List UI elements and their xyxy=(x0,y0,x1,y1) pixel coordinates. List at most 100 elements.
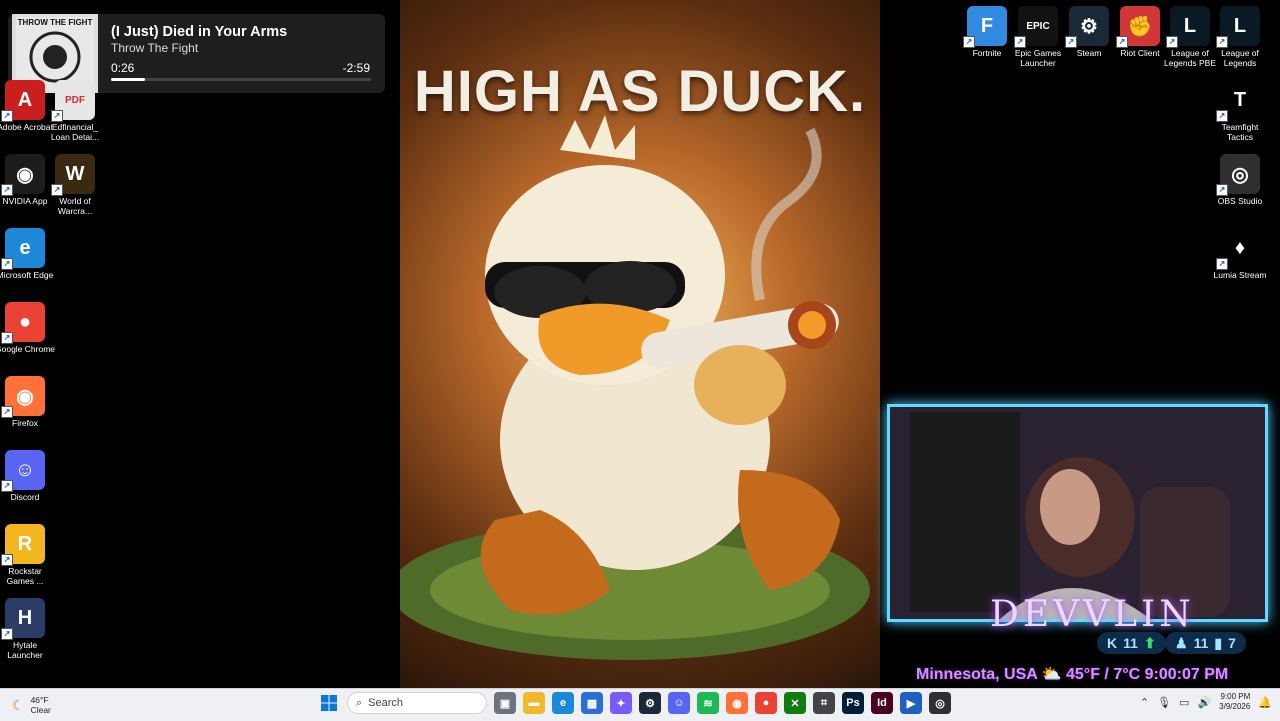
obs-taskbar-icon[interactable]: ◎ xyxy=(929,692,951,714)
stat-b-value: 11 xyxy=(1193,635,1209,651)
desktop-icon-label: OBS Studio xyxy=(1217,196,1263,206)
stat-a-value: 11 xyxy=(1123,635,1138,651)
desktop-icon-label: League of Legends xyxy=(1221,48,1259,68)
obs-icon: ◎ ↗ xyxy=(1216,154,1260,196)
desktop-icon[interactable]: L ↗ League of Legends xyxy=(1210,6,1270,68)
stat-pill-kick: K 11 ⬆ xyxy=(1097,632,1166,654)
notification-icon[interactable]: 🔔 xyxy=(1258,696,1272,709)
desktop-icon[interactable]: e ↗ Microsoft Edge xyxy=(0,228,55,280)
steam-icon: ⚙ ↗ xyxy=(1065,6,1109,48)
webcam-feed xyxy=(887,404,1268,622)
weather-condition: Clear xyxy=(30,705,51,715)
desktop-icon-label: Firefox xyxy=(12,418,38,428)
shortcut-arrow-icon: ↗ xyxy=(963,36,975,48)
desktop-icon[interactable]: ☺ ↗ Discord xyxy=(0,450,55,502)
desktop-icon-label: Google Chrome xyxy=(0,344,56,354)
desktop-icon-label: Discord xyxy=(10,492,40,502)
league-pbe-icon: L ↗ xyxy=(1166,6,1210,48)
search-placeholder: Search xyxy=(368,697,404,709)
steam-taskbar-icon[interactable]: ⚙ xyxy=(639,692,661,714)
bar-chart-icon: ▮ xyxy=(1214,634,1223,651)
wow-icon: W ↗ xyxy=(51,154,95,196)
xbox-icon[interactable]: ✕ xyxy=(784,692,806,714)
task-view-icon[interactable]: ▣ xyxy=(494,692,516,714)
edge-taskbar-icon[interactable]: e xyxy=(552,692,574,714)
up-arrow-icon: ⬆ xyxy=(1143,634,1156,651)
firefox-icon: ◉ ↗ xyxy=(1,376,45,418)
spotify-icon[interactable]: ≋ xyxy=(697,692,719,714)
indesign-icon[interactable]: Id xyxy=(871,692,893,714)
shortcut-arrow-icon: ↗ xyxy=(1014,36,1026,48)
copilot-icon[interactable]: ✦ xyxy=(610,692,632,714)
app-blue-icon[interactable]: ▶ xyxy=(900,692,922,714)
album-art-text: THROW THE FIGHT xyxy=(17,18,93,27)
desktop-icon-label: World of Warcra... xyxy=(57,196,93,216)
desktop-icon[interactable]: W ↗ World of Warcra... xyxy=(45,154,105,216)
elapsed-time: 0:26 xyxy=(111,61,135,75)
shortcut-arrow-icon: ↗ xyxy=(1,258,13,270)
tft-icon: T ↗ xyxy=(1216,80,1260,122)
taskbar-clock[interactable]: 9:00 PM 3/9/2026 xyxy=(1219,692,1250,712)
desktop-icon[interactable]: PDF ↗ Edfinancial_ Loan Detai... xyxy=(45,80,105,142)
photoshop-icon[interactable]: Ps xyxy=(842,692,864,714)
stat-pill-viewers: ♟ 11 ▮ 7 xyxy=(1165,632,1246,654)
discord-taskbar-icon[interactable]: ☺ xyxy=(668,692,690,714)
desktop-icon-label: Rockstar Games ... xyxy=(6,566,44,586)
shortcut-arrow-icon: ↗ xyxy=(1,628,13,640)
rockstar-icon: R ↗ xyxy=(1,524,45,566)
taskbar-weather[interactable]: ☾ 46°F Clear xyxy=(12,695,51,715)
capture-icon[interactable]: ⌗ xyxy=(813,692,835,714)
nvidia-icon: ◉ ↗ xyxy=(1,154,45,196)
taskbar: ☾ 46°F Clear ⌕ Search ▣ ▬ e ▦ ✦ ⚙ ☺ ≋ ◉ ● ✕ ⌗ Ps Id ▶ ◎… xyxy=(0,688,1280,721)
shortcut-arrow-icon: ↗ xyxy=(1,406,13,418)
track-progress-bar[interactable] xyxy=(111,78,371,81)
microphone-icon[interactable]: 🎙 xyxy=(1157,696,1171,709)
chrome-taskbar-icon[interactable]: ● xyxy=(755,692,777,714)
chevron-up-icon[interactable]: ⌃ xyxy=(1140,696,1149,709)
network-icon[interactable]: ▭ xyxy=(1179,696,1189,709)
shortcut-arrow-icon: ↗ xyxy=(1,110,13,122)
shortcut-arrow-icon: ↗ xyxy=(1,332,13,344)
search-icon: ⌕ xyxy=(356,696,363,709)
firefox-taskbar-icon[interactable]: ◉ xyxy=(726,692,748,714)
acrobat-icon: A ↗ xyxy=(1,80,45,122)
start-button[interactable] xyxy=(318,692,340,714)
track-artist: Throw The Fight xyxy=(111,41,199,55)
desktop-icon[interactable]: R ↗ Rockstar Games ... xyxy=(0,524,55,586)
shortcut-arrow-icon: ↗ xyxy=(1216,258,1228,270)
wallpaper-duck-art: HIGH AS DUCK. xyxy=(400,0,880,688)
desktop-icon[interactable]: ◉ ↗ Firefox xyxy=(0,376,55,428)
discord-icon: ☺ ↗ xyxy=(1,450,45,492)
shortcut-arrow-icon: ↗ xyxy=(1216,110,1228,122)
kick-icon: K xyxy=(1107,635,1118,651)
desktop-icon-label: Hytale Launcher xyxy=(7,640,43,660)
taskbar-search[interactable]: ⌕ Search xyxy=(347,692,487,714)
desktop-icon[interactable]: T ↗ Teamfight Tactics xyxy=(1210,80,1270,142)
desktop-icon[interactable]: H ↗ Hytale Launcher xyxy=(0,598,55,660)
shortcut-arrow-icon: ↗ xyxy=(1166,36,1178,48)
store-icon[interactable]: ▦ xyxy=(581,692,603,714)
file-explorer-icon[interactable]: ▬ xyxy=(523,692,545,714)
taskbar-center: ⌕ Search ▣ ▬ e ▦ ✦ ⚙ ☺ ≋ ◉ ● ✕ ⌗ Ps Id ▶ ◎ xyxy=(318,692,951,714)
stat-c-value: 7 xyxy=(1228,635,1236,651)
shortcut-arrow-icon: ↗ xyxy=(51,184,63,196)
shortcut-arrow-icon: ↗ xyxy=(1116,36,1128,48)
shortcut-arrow-icon: ↗ xyxy=(1216,36,1228,48)
shortcut-arrow-icon: ↗ xyxy=(1,480,13,492)
shortcut-arrow-icon: ↗ xyxy=(51,110,63,122)
moon-weather-icon: ☾ xyxy=(12,696,25,713)
epic-icon: EPIC ↗ xyxy=(1014,6,1058,48)
webcam-person xyxy=(890,407,1265,619)
weather-temp: 46°F xyxy=(30,695,49,705)
hytale-icon: H ↗ xyxy=(1,598,45,640)
volume-icon[interactable]: 🔊 xyxy=(1197,696,1211,709)
desktop-icon-label: Teamfight Tactics xyxy=(1221,122,1259,142)
track-title: (I Just) Died in Your Arms xyxy=(111,24,288,40)
desktop-icon[interactable]: ● ↗ Google Chrome xyxy=(0,302,55,354)
desktop-icon[interactable]: ◎ ↗ OBS Studio xyxy=(1210,154,1270,206)
shortcut-arrow-icon: ↗ xyxy=(1,554,13,566)
league-icon: L ↗ xyxy=(1216,6,1260,48)
desktop-icon[interactable]: ♦ ↗ Lumia Stream xyxy=(1210,228,1270,280)
chrome-icon: ● ↗ xyxy=(1,302,45,344)
shortcut-arrow-icon: ↗ xyxy=(1065,36,1077,48)
